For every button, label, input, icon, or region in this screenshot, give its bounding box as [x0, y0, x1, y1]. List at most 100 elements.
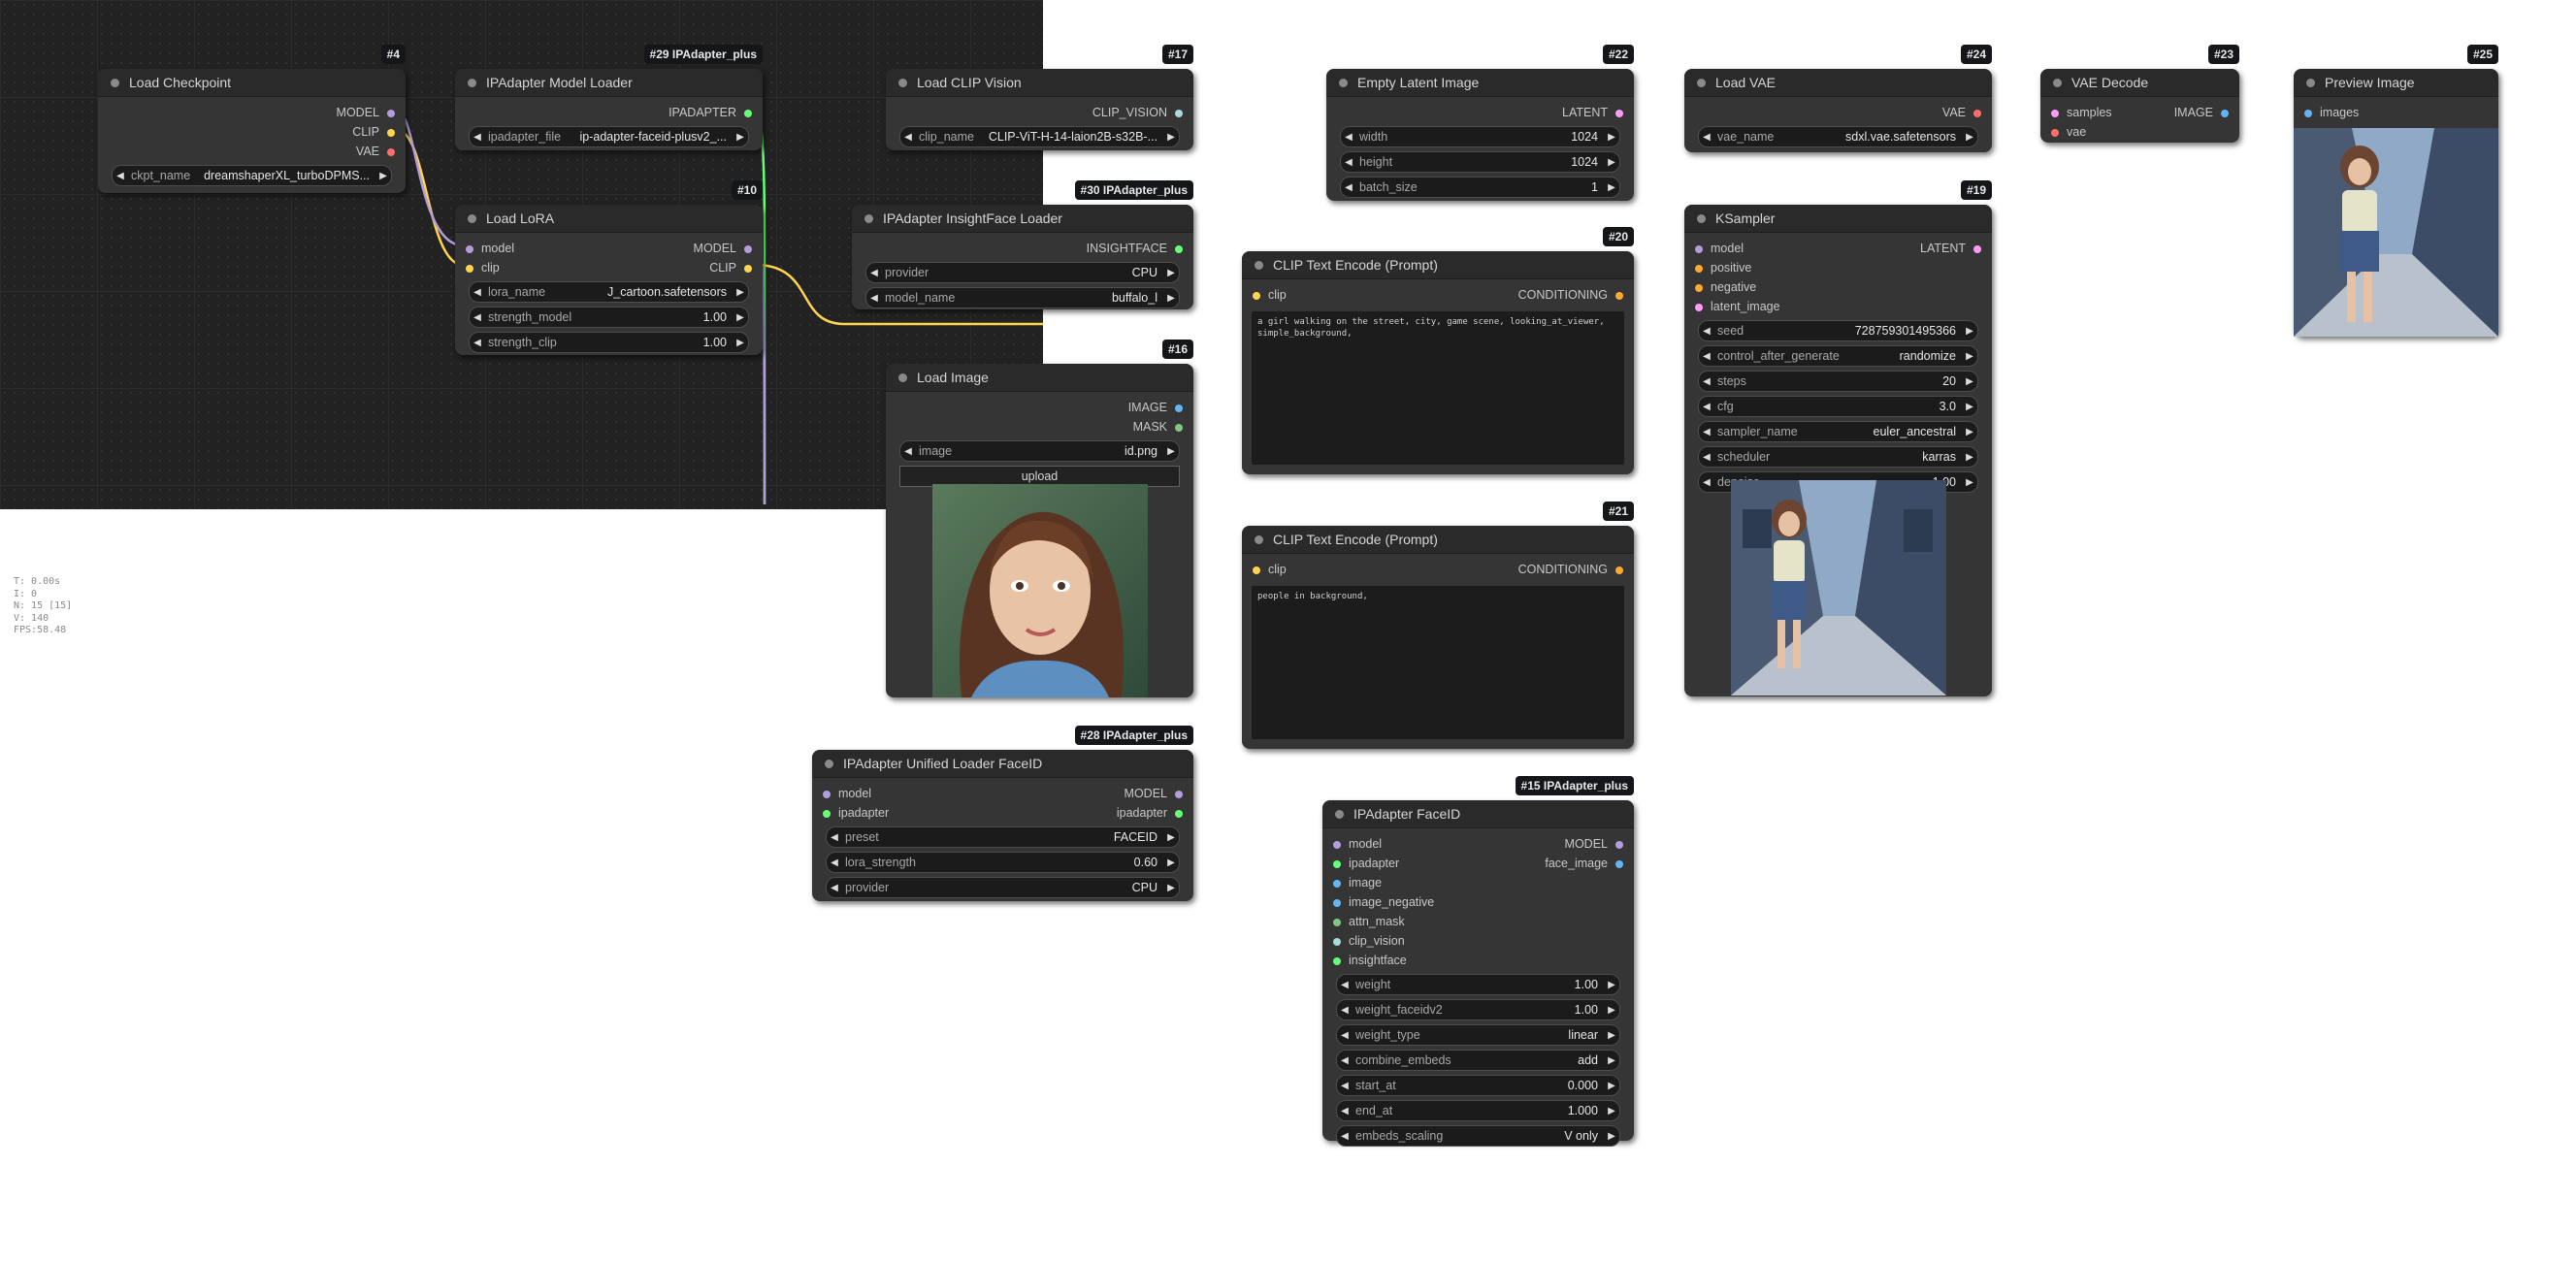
output-slot-model[interactable]: MODEL	[1125, 784, 1183, 803]
widget-embeds-scaling[interactable]: ◀ embeds_scaling V only ▶	[1336, 1125, 1620, 1147]
widget-combine-embeds[interactable]: ◀ combine_embeds add ▶	[1336, 1050, 1620, 1071]
output-slot-ipadapter[interactable]: IPADAPTER	[668, 103, 752, 122]
widget-ipadapter-file[interactable]: ◀ ipadapter_file ip-adapter-faceid-plusv2_…	[469, 126, 749, 147]
node-title-bar[interactable]: IPAdapter Unified Loader FaceID	[812, 750, 1193, 778]
widget-provider[interactable]: ◀ provider CPU ▶	[865, 262, 1180, 283]
input-slot-ipadapter[interactable]: ipadapter	[823, 803, 889, 823]
widget-width[interactable]: ◀ width 1024 ▶	[1340, 126, 1620, 147]
output-slot-clip[interactable]: CLIP	[352, 122, 395, 142]
collapse-dot-icon[interactable]	[1335, 809, 1344, 819]
input-slot-ipadapter[interactable]: ipadapter	[1333, 854, 1399, 873]
output-slot-model[interactable]: MODEL	[694, 239, 752, 258]
node-ipadapter-faceid[interactable]: #15 IPAdapter_plus IPAdapter FaceID mode…	[1322, 776, 1634, 1147]
node-clip-text-encode-positive[interactable]: #20 CLIP Text Encode (Prompt) clip CONDI…	[1242, 227, 1634, 474]
output-slot-vae[interactable]: VAE	[1942, 103, 1981, 122]
widget-lora-strength[interactable]: ◀ lora_strength 0.60 ▶	[826, 852, 1180, 873]
widget-steps[interactable]: ◀ steps 20 ▶	[1698, 371, 1978, 392]
collapse-dot-icon[interactable]	[2053, 78, 2062, 87]
node-preview-image[interactable]: #25 Preview Image images	[2294, 45, 2498, 337]
output-slot-ipadapter[interactable]: ipadapter	[1117, 803, 1183, 823]
widget-vae-name[interactable]: ◀ vae_name sdxl.vae.safetensors ▶	[1698, 126, 1978, 147]
node-vae-decode[interactable]: #23 VAE Decode samples IMAGE vae	[2040, 45, 2239, 143]
input-slot-latent-image[interactable]: latent_image	[1695, 297, 1780, 316]
input-slot-negative[interactable]: negative	[1695, 277, 1756, 297]
node-title-bar[interactable]: Empty Latent Image	[1326, 69, 1634, 97]
input-slot-attn-mask[interactable]: attn_mask	[1333, 912, 1405, 931]
output-slot-clip-vision[interactable]: CLIP_VISION	[1092, 103, 1183, 122]
widget-cfg[interactable]: ◀ cfg 3.0 ▶	[1698, 396, 1978, 417]
output-slot-clip[interactable]: CLIP	[709, 258, 752, 277]
node-ipadapter-unified-loader-faceid[interactable]: #28 IPAdapter_plus IPAdapter Unified Loa…	[812, 726, 1193, 901]
collapse-dot-icon[interactable]	[864, 213, 873, 223]
widget-batch-size[interactable]: ◀ batch_size 1 ▶	[1340, 177, 1620, 198]
input-slot-positive[interactable]: positive	[1695, 258, 1751, 277]
widget-strength-clip[interactable]: ◀ strength_clip 1.00 ▶	[469, 332, 749, 353]
prompt-textarea[interactable]: people in background,	[1252, 586, 1624, 739]
node-load-lora[interactable]: #10 Load LoRA model MODEL clip CLIP ◀ lor…	[455, 180, 763, 355]
collapse-dot-icon[interactable]	[1697, 213, 1706, 223]
collapse-dot-icon[interactable]	[2306, 78, 2315, 87]
node-title-bar[interactable]: VAE Decode	[2040, 69, 2239, 97]
collapse-dot-icon[interactable]	[898, 372, 907, 382]
node-title-bar[interactable]: KSampler	[1684, 205, 1992, 233]
widget-seed[interactable]: ◀ seed 728759301495366 ▶	[1698, 320, 1978, 341]
widget-ckpt-name[interactable]: ◀ ckpt_name dreamshaperXL_turboDPMS... ▶	[112, 165, 392, 186]
widget-weight-type[interactable]: ◀ weight_type linear ▶	[1336, 1024, 1620, 1046]
collapse-dot-icon[interactable]	[1697, 78, 1706, 87]
node-ipadapter-insightface-loader[interactable]: #30 IPAdapter_plus IPAdapter InsightFace…	[852, 180, 1193, 309]
widget-sampler-name[interactable]: ◀ sampler_name euler_ancestral ▶	[1698, 421, 1978, 442]
output-slot-insightface[interactable]: INSIGHTFACE	[1087, 239, 1183, 258]
input-slot-insightface[interactable]: insightface	[1333, 951, 1407, 970]
input-slot-clip[interactable]: clip	[1253, 285, 1287, 305]
input-slot-images[interactable]: images	[2304, 103, 2359, 122]
widget-weight[interactable]: ◀ weight 1.00 ▶	[1336, 974, 1620, 995]
node-load-checkpoint[interactable]: #4 Load Checkpoint MODEL CLIP VAE ◀ ckpt_…	[98, 45, 406, 193]
output-slot-latent[interactable]: LATENT	[1920, 239, 1981, 258]
output-slot-image[interactable]: IMAGE	[1128, 398, 1183, 417]
input-slot-model[interactable]: model	[1333, 834, 1382, 854]
widget-start-at[interactable]: ◀ start_at 0.000 ▶	[1336, 1075, 1620, 1096]
collapse-dot-icon[interactable]	[898, 78, 907, 87]
node-load-image[interactable]: #16 Load Image IMAGE MASK ◀ image id.png ▶ …	[886, 340, 1193, 697]
collapse-dot-icon[interactable]	[1339, 78, 1348, 87]
input-slot-image[interactable]: image	[1333, 873, 1382, 892]
node-title-bar[interactable]: Load Image	[886, 364, 1193, 392]
widget-end-at[interactable]: ◀ end_at 1.000 ▶	[1336, 1100, 1620, 1121]
input-slot-image-negative[interactable]: image_negative	[1333, 892, 1434, 912]
output-slot-mask[interactable]: MASK	[1133, 417, 1183, 437]
output-slot-vae[interactable]: VAE	[356, 142, 395, 161]
node-load-clip-vision[interactable]: #17 Load CLIP Vision CLIP_VISION ◀ clip_n…	[886, 45, 1193, 150]
widget-clip-name[interactable]: ◀ clip_name CLIP-ViT-H-14-laion2B-s32B-...…	[899, 126, 1180, 147]
widget-lora-name[interactable]: ◀ lora_name J_cartoon.safetensors ▶	[469, 281, 749, 303]
node-title-bar[interactable]: IPAdapter InsightFace Loader	[852, 205, 1193, 233]
widget-image[interactable]: ◀ image id.png ▶	[899, 440, 1180, 462]
output-slot-model[interactable]: MODEL	[337, 103, 395, 122]
input-slot-clip[interactable]: clip	[1253, 560, 1287, 579]
widget-provider[interactable]: ◀ provider CPU ▶	[826, 877, 1180, 898]
widget-strength-model[interactable]: ◀ strength_model 1.00 ▶	[469, 307, 749, 328]
output-slot-latent[interactable]: LATENT	[1562, 103, 1623, 122]
output-slot-conditioning[interactable]: CONDITIONING	[1518, 560, 1623, 579]
collapse-dot-icon[interactable]	[825, 759, 833, 768]
output-slot-face-image[interactable]: face_image	[1545, 854, 1623, 873]
input-slot-samples[interactable]: samples	[2051, 103, 2112, 122]
node-clip-text-encode-negative[interactable]: #21 CLIP Text Encode (Prompt) clip CONDI…	[1242, 502, 1634, 749]
widget-weight-faceidv2[interactable]: ◀ weight_faceidv2 1.00 ▶	[1336, 999, 1620, 1020]
output-slot-model[interactable]: MODEL	[1565, 834, 1623, 854]
output-slot-conditioning[interactable]: CONDITIONING	[1518, 285, 1623, 305]
node-title-bar[interactable]: CLIP Text Encode (Prompt)	[1242, 251, 1634, 279]
node-title-bar[interactable]: CLIP Text Encode (Prompt)	[1242, 526, 1634, 554]
collapse-dot-icon[interactable]	[468, 213, 476, 223]
widget-preset[interactable]: ◀ preset FACEID ▶	[826, 826, 1180, 848]
input-slot-model[interactable]: model	[823, 784, 871, 803]
node-title-bar[interactable]: Load CLIP Vision	[886, 69, 1193, 97]
node-title-bar[interactable]: IPAdapter Model Loader	[455, 69, 763, 97]
node-ksampler[interactable]: #19 KSampler model LATENT positive negat…	[1684, 180, 1992, 696]
node-title-bar[interactable]: Load VAE	[1684, 69, 1992, 97]
node-title-bar[interactable]: IPAdapter FaceID	[1322, 800, 1634, 828]
output-slot-image[interactable]: IMAGE	[2174, 103, 2229, 122]
collapse-dot-icon[interactable]	[1255, 534, 1263, 544]
collapse-dot-icon[interactable]	[111, 78, 119, 87]
widget-model-name[interactable]: ◀ model_name buffalo_l ▶	[865, 287, 1180, 308]
node-ipadapter-model-loader[interactable]: #29 IPAdapter_plus IPAdapter Model Loade…	[455, 45, 763, 150]
